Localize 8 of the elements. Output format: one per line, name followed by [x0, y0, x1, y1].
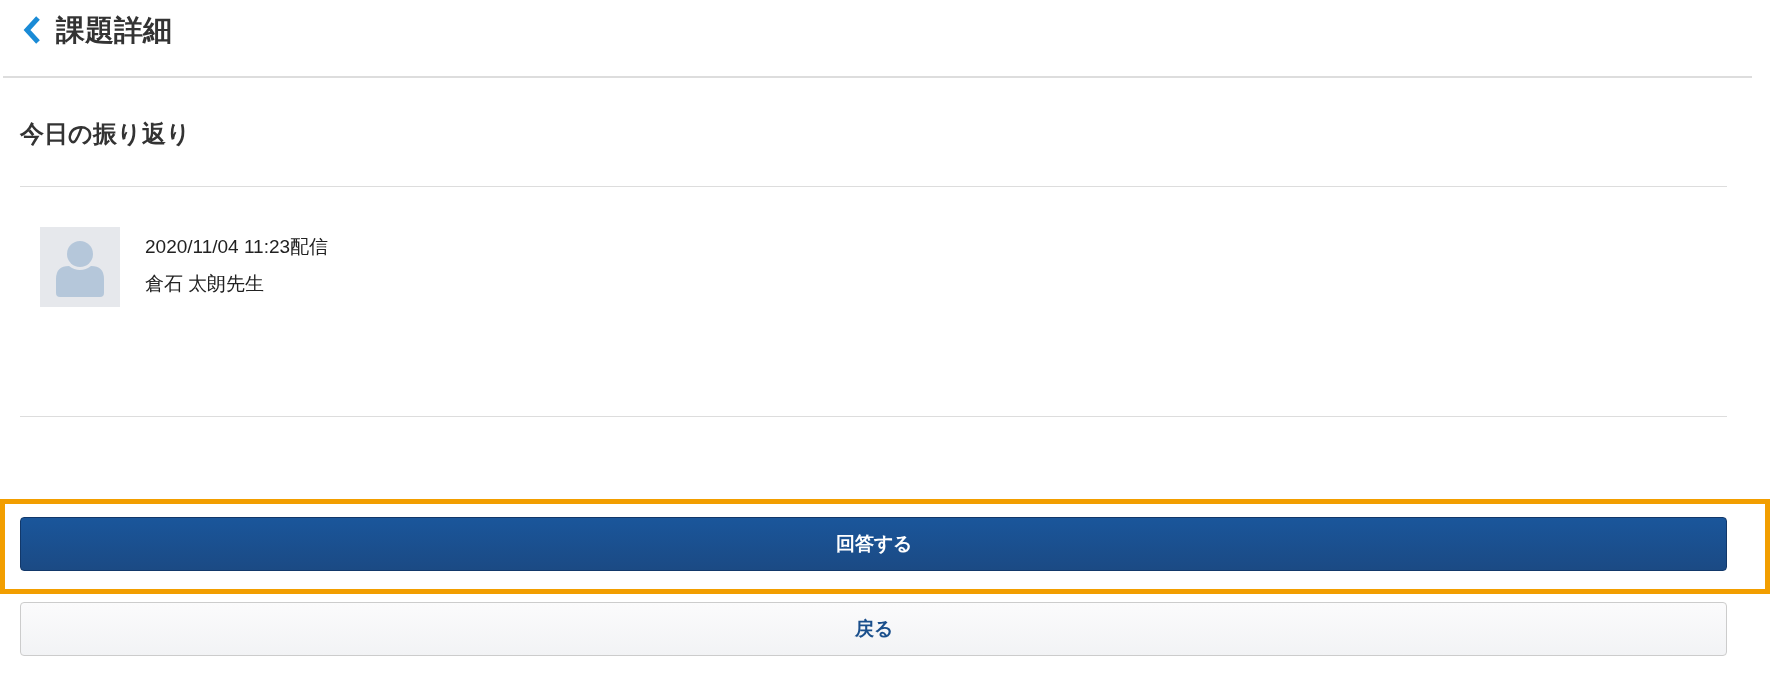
- answer-button[interactable]: 回答する: [20, 517, 1727, 571]
- back-icon[interactable]: [22, 16, 42, 44]
- person-silhouette-icon: [40, 227, 120, 307]
- page-title: 課題詳細: [56, 13, 172, 48]
- teacher-name: 倉石 太朗先生: [145, 272, 265, 296]
- posted-date: 2020/11/04 11:23配信: [145, 235, 329, 259]
- assignment-title: 今日の振り返り: [20, 120, 191, 148]
- back-button[interactable]: 戻る: [20, 602, 1727, 656]
